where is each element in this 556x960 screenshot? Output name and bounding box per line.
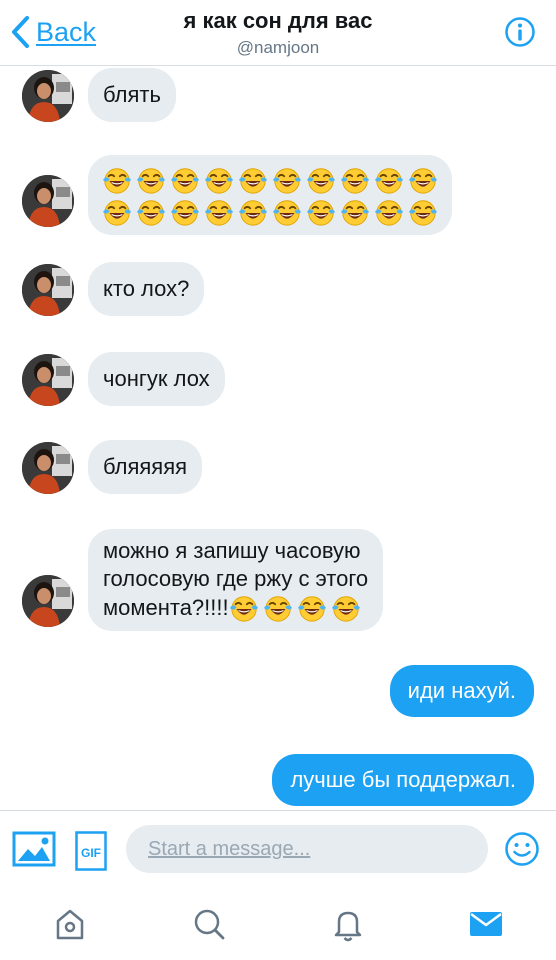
smiley-icon[interactable] <box>504 831 540 867</box>
conversation-title: я как сон для вас <box>183 8 373 33</box>
message-row: бляяяяя <box>0 440 556 500</box>
tears-of-joy-emoji <box>170 165 200 195</box>
emoji-group <box>229 593 361 623</box>
back-label: Back <box>36 16 97 47</box>
message-bubble[interactable]: чонгук лох <box>88 352 225 406</box>
tears-of-joy-emoji <box>340 165 370 195</box>
message-bubble-outgoing[interactable]: иди нахуй. <box>389 665 534 717</box>
message-bubble[interactable]: блять <box>88 68 176 122</box>
search-icon[interactable] <box>189 904 229 944</box>
tears-of-joy-emoji <box>272 197 302 227</box>
message-bubble[interactable]: бляяяяя <box>88 440 203 494</box>
tears-of-joy-emoji <box>229 593 259 623</box>
avatar[interactable] <box>22 575 74 627</box>
message-line: можно я запишу часовую <box>103 538 361 563</box>
home-icon[interactable] <box>50 904 90 944</box>
message-line: момента?!!!! <box>103 593 368 623</box>
message-row: кто лох? <box>0 262 556 322</box>
message-bubble[interactable]: можно я запишу часовую голосовую где ржу… <box>88 529 384 631</box>
tears-of-joy-emoji <box>272 165 302 195</box>
tears-of-joy-emoji <box>331 593 361 623</box>
conversation-title-block[interactable]: я как сон для вас @namjoon <box>120 8 436 58</box>
chevron-left-icon <box>12 16 29 48</box>
tears-of-joy-emoji <box>408 165 438 195</box>
message-row: блять <box>0 68 556 128</box>
tears-of-joy-emoji <box>306 197 336 227</box>
emoji-line <box>102 165 438 195</box>
tears-of-joy-emoji <box>102 197 132 227</box>
gif-label: GIF <box>81 846 101 860</box>
message-row <box>0 155 556 235</box>
message-row-outgoing: иди нахуй. <box>0 665 556 721</box>
info-icon[interactable] <box>504 16 536 48</box>
avatar[interactable] <box>22 442 74 494</box>
message-bubble[interactable]: кто лох? <box>88 262 205 316</box>
conversation-handle: @namjoon <box>236 38 320 57</box>
mail-icon[interactable] <box>466 904 506 944</box>
tears-of-joy-emoji <box>340 197 370 227</box>
emoji-line <box>102 197 438 227</box>
tears-of-joy-emoji <box>136 197 166 227</box>
conversation-header: Back я как сон для вас @namjoon <box>0 0 556 66</box>
message-row: можно я запишу часовую голосовую где ржу… <box>0 529 556 631</box>
message-bubble-outgoing[interactable]: лучше бы поддержал. <box>272 754 534 806</box>
message-line: голосовую где ржу с этого <box>103 566 369 591</box>
bottom-tab-bar <box>0 890 556 960</box>
tears-of-joy-emoji <box>102 165 132 195</box>
message-input[interactable] <box>126 825 488 873</box>
avatar[interactable] <box>22 70 74 122</box>
tears-of-joy-emoji <box>204 197 234 227</box>
avatar[interactable] <box>22 354 74 406</box>
bell-icon[interactable] <box>328 904 368 944</box>
tears-of-joy-emoji <box>263 593 293 623</box>
message-line-text: момента?!!!! <box>103 595 229 620</box>
message-composer: GIF <box>0 810 556 890</box>
tears-of-joy-emoji <box>374 197 404 227</box>
tears-of-joy-emoji <box>297 593 327 623</box>
gif-icon[interactable]: GIF <box>75 831 107 871</box>
tears-of-joy-emoji <box>408 197 438 227</box>
tears-of-joy-emoji <box>136 165 166 195</box>
tears-of-joy-emoji <box>204 165 234 195</box>
emoji-message-bubble[interactable] <box>88 155 452 235</box>
avatar[interactable] <box>22 175 74 227</box>
avatar[interactable] <box>22 264 74 316</box>
image-icon[interactable] <box>12 831 56 867</box>
back-button[interactable]: Back <box>10 15 96 49</box>
tears-of-joy-emoji <box>238 197 268 227</box>
tears-of-joy-emoji <box>374 165 404 195</box>
tears-of-joy-emoji <box>170 197 200 227</box>
message-row: чонгук лох <box>0 352 556 412</box>
message-row-outgoing: лучше бы поддержал. <box>0 754 556 810</box>
tears-of-joy-emoji <box>306 165 336 195</box>
tears-of-joy-emoji <box>238 165 268 195</box>
